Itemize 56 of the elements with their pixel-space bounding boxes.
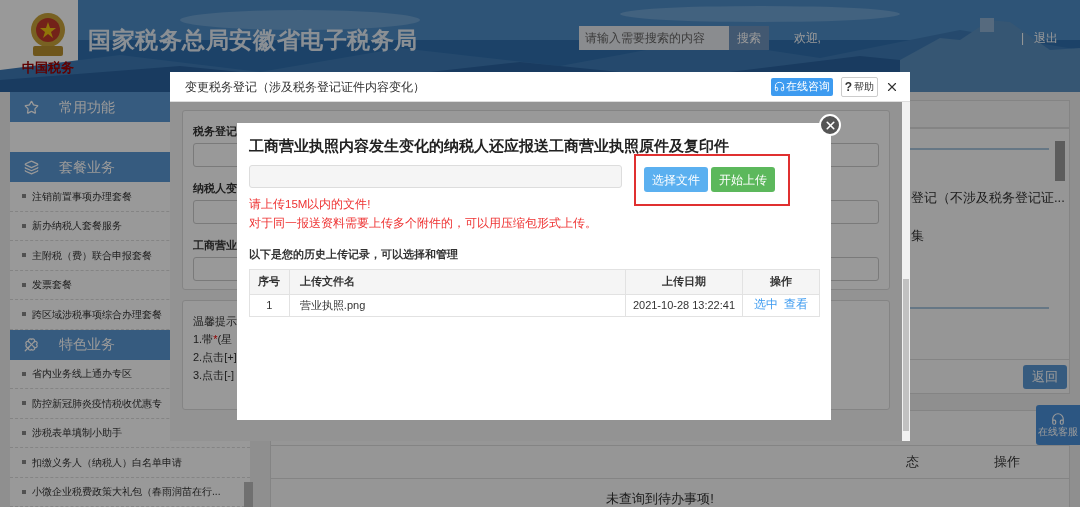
bullet-icon [22, 253, 26, 258]
warning-text: 对于同一报送资料需要上传多个附件的，可以用压缩包形式上传。 [249, 215, 598, 231]
bullet-icon [22, 401, 26, 406]
sidebar-item[interactable]: 扣缴义务人（纳税人）白名单申请 [10, 448, 250, 478]
bullet-icon [22, 430, 26, 435]
table-cell: 2021-10-28 13:22:41 [625, 294, 744, 316]
start-upload-button[interactable]: 开始上传 [711, 167, 775, 192]
consult-button[interactable]: 在线咨询 [770, 77, 833, 96]
column-header: 序号 [250, 269, 290, 294]
choose-file-button[interactable]: 选择文件 [644, 167, 708, 192]
history-label: 以下是您的历史上传记录，可以选择和管理 [249, 247, 459, 262]
bullet-icon [22, 223, 26, 228]
tip-text: 1.带*(星 [193, 332, 233, 347]
logout-link[interactable]: 退出 [1034, 29, 1058, 47]
column-header: 操作 [769, 274, 794, 290]
upload-heading: 工商营业执照内容发生变化的纳税人还应报送工商营业执照原件及复印件 [249, 136, 729, 156]
headset-icon [773, 81, 785, 92]
bullet-icon [22, 489, 26, 494]
action-link[interactable]: 查看 [784, 296, 809, 314]
help-button[interactable]: ? 帮助 [840, 76, 878, 97]
close-icon [823, 118, 837, 132]
table-cell: 1 [250, 294, 290, 316]
column-header: 操作 [994, 453, 1020, 472]
bullet-icon [22, 282, 26, 287]
column-header: 上传日期 [625, 269, 744, 294]
warning-text: 请上传15M以内的文件! [249, 196, 372, 212]
layers-icon [24, 159, 39, 175]
search-button[interactable]: 搜索 [728, 26, 769, 50]
empty-message: 未查询到待办事项! [606, 490, 714, 507]
file-field[interactable] [249, 164, 622, 188]
bullet-icon [22, 312, 26, 317]
site-title: 国家税务总局安徽省电子税务局 [88, 26, 419, 55]
scrollbar[interactable] [1055, 141, 1065, 181]
tip-text: 温馨提示 [193, 314, 237, 329]
bullet-icon [22, 194, 26, 199]
field-label: 纳税人变 [193, 181, 237, 196]
action-link[interactable]: 选中 [754, 296, 779, 314]
column-header: 态 [906, 453, 919, 472]
online-service-button[interactable]: 在线客服 [1036, 405, 1080, 445]
column-header: 上传文件名 [289, 269, 626, 294]
table-cell: 营业执照.png [289, 294, 626, 316]
headset-icon [1051, 412, 1065, 426]
list-text: 登记（不涉及税务登记证... [911, 189, 1066, 207]
tip-text: 3.点击[-] [193, 368, 234, 383]
clover-icon [24, 337, 39, 352]
star-icon [24, 99, 39, 115]
list-text: 集 [911, 226, 925, 245]
bullet-icon [22, 460, 26, 465]
field-label: 税务登记 [193, 124, 237, 139]
separator-text: | [1020, 30, 1024, 47]
welcome-text: 欢迎, [793, 30, 821, 47]
field-label: 工商营业 [193, 238, 237, 253]
search-field[interactable]: 请输入需要搜索的内容 [578, 26, 729, 50]
bullet-icon [22, 371, 26, 376]
back-button[interactable]: 返回 [1023, 364, 1067, 389]
scrollbar[interactable] [902, 102, 910, 441]
